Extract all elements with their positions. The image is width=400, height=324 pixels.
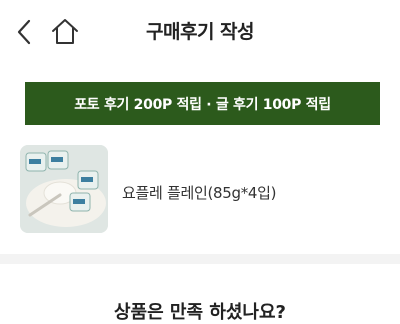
product-row: 요플레 플레인(85g*4입) bbox=[0, 140, 400, 240]
header-bar: 구매후기 작성 bbox=[0, 0, 400, 62]
product-image bbox=[20, 145, 108, 233]
points-banner: 포토 후기 200P 적립 · 글 후기 100P 적립 bbox=[25, 82, 380, 125]
product-name: 요플레 플레인(85g*4입) bbox=[122, 184, 277, 202]
page-title: 구매후기 작성 bbox=[146, 21, 255, 43]
section-divider bbox=[0, 254, 400, 264]
satisfaction-question: 상품은 만족 하셨나요? bbox=[113, 302, 286, 323]
